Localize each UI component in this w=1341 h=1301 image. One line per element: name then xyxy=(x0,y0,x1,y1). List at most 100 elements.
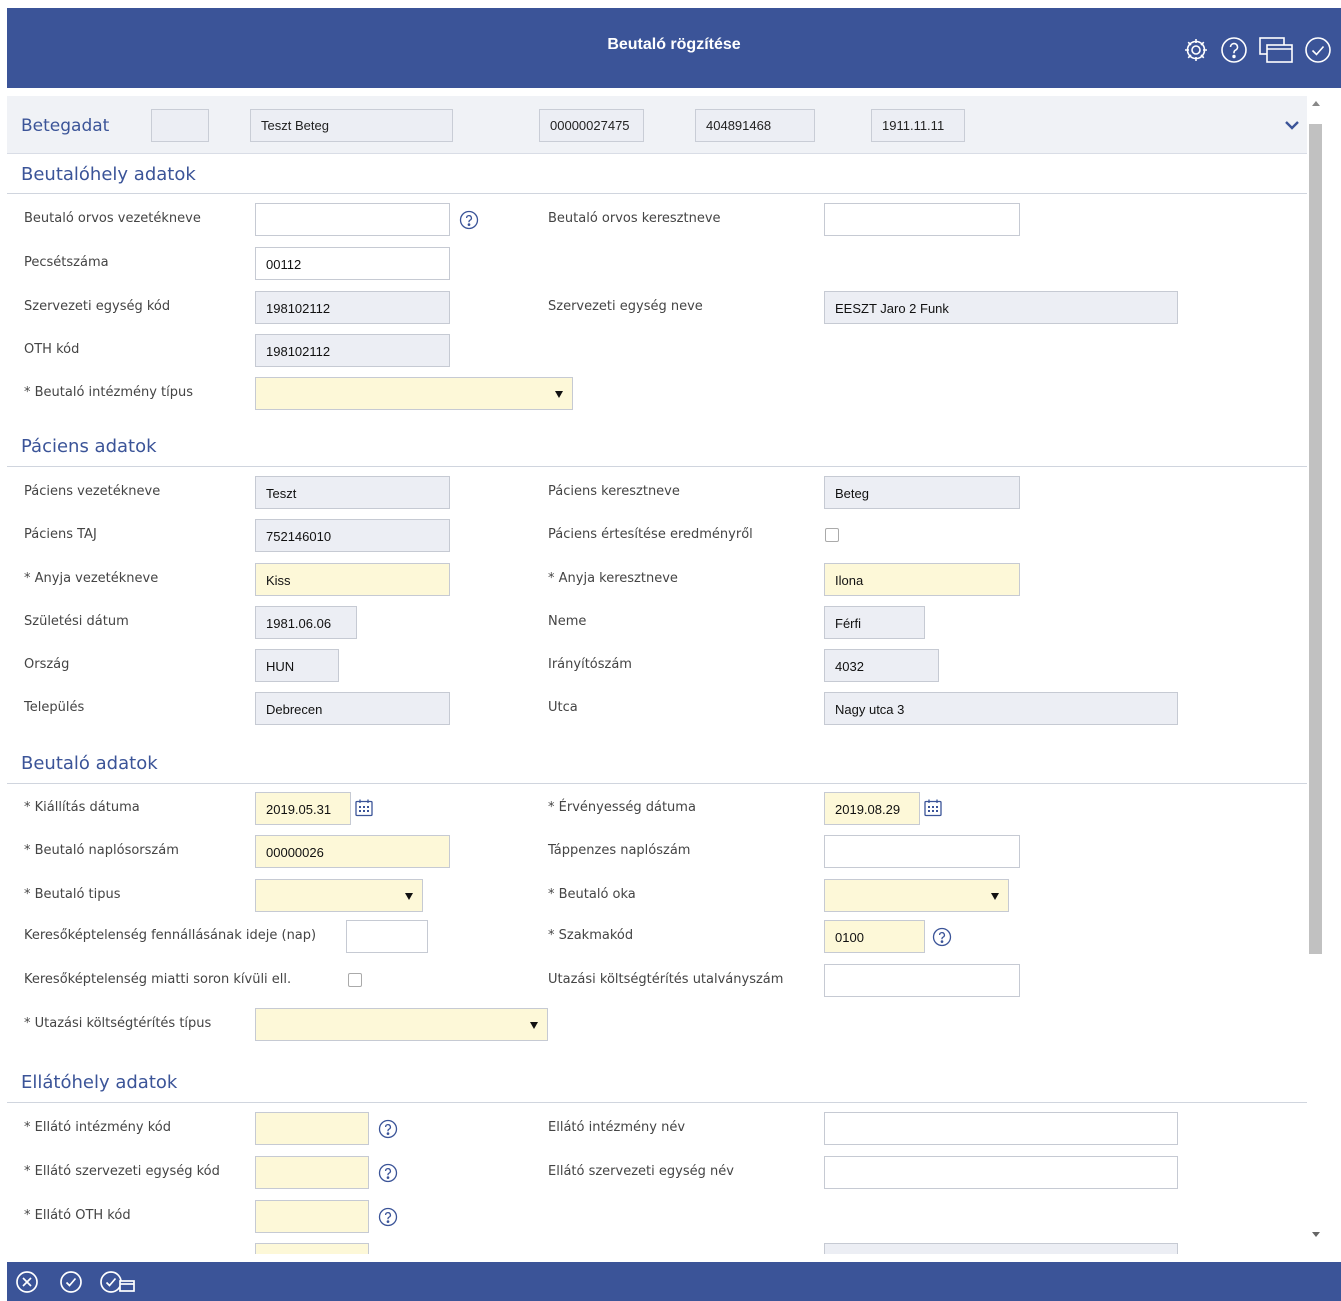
section-title-beutalo: Beutaló adatok xyxy=(21,753,158,774)
label-szakmakod: * Szakmakód xyxy=(548,928,634,943)
help-icon[interactable] xyxy=(377,1162,399,1184)
title-bar: Beutaló rögzítése xyxy=(7,8,1341,88)
label-orszag: Ország xyxy=(24,657,70,672)
paciens-taj-field: 752146010 xyxy=(255,519,450,552)
ellato-oth-input[interactable] xyxy=(255,1200,369,1233)
label-szerv-kod: Szervezeti egység kód xyxy=(24,299,171,314)
beutalo-oka-select[interactable] xyxy=(824,879,1009,912)
label-ellato-szerv-nev: Ellátó szervezeti egység név xyxy=(548,1164,734,1179)
label-iranyitoszam: Irányítószám xyxy=(548,657,632,672)
label-szuletesi: Születési dátum xyxy=(24,614,129,629)
save-icon[interactable] xyxy=(56,1267,86,1297)
label-oth: OTH kód xyxy=(24,342,80,357)
keresokeptelenseg-ideje-input[interactable] xyxy=(346,920,428,953)
ertesites-checkbox[interactable] xyxy=(825,528,839,542)
ellato-intezmeny-kod-input[interactable] xyxy=(255,1112,369,1145)
label-paciens-keresztnev: Páciens keresztneve xyxy=(548,484,680,499)
patient-id: 00000027475 xyxy=(539,109,644,142)
label-utazasi-tipus: * Utazási költségtérítés típus xyxy=(24,1016,212,1031)
szakmakod-input[interactable]: 0100 xyxy=(824,920,925,953)
orvos-keresztnev-input[interactable] xyxy=(824,203,1020,236)
label-anyja-keresztnev: * Anyja keresztneve xyxy=(548,571,678,586)
label-kiallitas: * Kiállítás dátuma xyxy=(24,800,140,815)
section-title-paciens: Páciens adatok xyxy=(21,436,157,457)
settings-icon[interactable] xyxy=(1181,35,1211,65)
orvos-vezeteknev-input[interactable] xyxy=(255,203,450,236)
label-keresokeptelenseg-ideje: Keresőképtelenség fennállásának ideje (n… xyxy=(24,928,317,943)
label-intezmeny-tipus: * Beutaló intézmény típus xyxy=(24,385,194,400)
label-paciens-vezeteknev: Páciens vezetékneve xyxy=(24,484,161,499)
vertical-scrollbar[interactable] xyxy=(1307,96,1327,1254)
calendar-icon[interactable] xyxy=(353,797,375,819)
scroll-up-arrow-icon[interactable] xyxy=(1311,98,1321,108)
paciens-keresztnev-field: Beteg xyxy=(824,476,1020,509)
help-icon[interactable] xyxy=(1219,35,1249,65)
neme-field: Férfi xyxy=(824,606,925,639)
utca-field: Nagy utca 3 xyxy=(824,692,1178,725)
help-icon[interactable] xyxy=(931,926,953,948)
cut-off-field xyxy=(824,1243,1178,1254)
calendar-icon[interactable] xyxy=(922,797,944,819)
label-orvos-vezeteknev: Beutaló orvos vezetékneve xyxy=(24,211,201,226)
patient-date: 1911.11.11 xyxy=(871,109,965,142)
label-tappenzes: Táppenzes naplószám xyxy=(548,843,691,858)
section-divider xyxy=(7,1102,1307,1103)
label-orvos-keresztnev: Beutaló orvos keresztneve xyxy=(548,211,721,226)
intezmeny-tipus-select[interactable] xyxy=(255,377,573,410)
paciens-vezeteknev-field: Teszt xyxy=(255,476,450,509)
patient-name: Teszt Beteg xyxy=(250,109,453,142)
ellato-szerv-nev-input[interactable] xyxy=(824,1156,1178,1189)
bottom-toolbar xyxy=(7,1262,1341,1301)
patient-bar-title: Betegadat xyxy=(21,116,110,136)
label-pecsetszam: Pecsétszáma xyxy=(24,255,109,270)
label-utca: Utca xyxy=(548,700,578,715)
help-icon[interactable] xyxy=(377,1206,399,1228)
label-naplosorszam: * Beutaló naplósorszám xyxy=(24,843,179,858)
save-and-close-icon[interactable] xyxy=(99,1267,139,1297)
label-ellato-intezmeny-nev: Ellátó intézmény név xyxy=(548,1120,686,1135)
title-bar-actions xyxy=(1181,35,1333,65)
patient-taj: 404891468 xyxy=(695,109,815,142)
ervenyesseg-date-input[interactable]: 2019.08.29 xyxy=(824,792,920,825)
help-icon[interactable] xyxy=(377,1118,399,1140)
check-circle-icon[interactable] xyxy=(1303,35,1333,65)
section-divider xyxy=(7,466,1307,467)
label-beutalo-tipus: * Beutaló tipus xyxy=(24,887,121,902)
chevron-down-icon[interactable] xyxy=(1284,116,1300,135)
label-ellato-szerv-kod: * Ellátó szervezeti egység kód xyxy=(24,1164,220,1179)
naplosorszam-input[interactable]: 00000026 xyxy=(255,835,450,868)
oth-field: 198102112 xyxy=(255,334,450,367)
orszag-field: HUN xyxy=(255,649,339,682)
telepules-field: Debrecen xyxy=(255,692,450,725)
scroll-down-arrow-icon[interactable] xyxy=(1311,1230,1321,1240)
ellato-szerv-kod-input[interactable] xyxy=(255,1156,369,1189)
label-ellato-oth: * Ellátó OTH kód xyxy=(24,1208,131,1223)
beutalo-tipus-select[interactable] xyxy=(255,879,423,912)
pecsetszam-input[interactable]: 00112 xyxy=(255,247,450,280)
anyja-vezeteknev-input[interactable]: Kiss xyxy=(255,563,450,596)
help-icon[interactable] xyxy=(458,209,480,231)
szerv-nev-field: EESZT Jaro 2 Funk xyxy=(824,291,1178,324)
section-title-beutalohely: Beutalóhely adatok xyxy=(21,164,196,185)
utazasi-tipus-select[interactable] xyxy=(255,1008,548,1041)
tappenzes-input[interactable] xyxy=(824,835,1020,868)
label-neme: Neme xyxy=(548,614,587,629)
iranyitoszam-field: 4032 xyxy=(824,649,939,682)
utazasi-utalvany-input[interactable] xyxy=(824,964,1020,997)
patient-box-empty xyxy=(151,109,209,142)
scrollbar-thumb[interactable] xyxy=(1309,124,1322,954)
section-title-ellatohely: Ellátóhely adatok xyxy=(21,1072,178,1093)
soron-kivuli-checkbox[interactable] xyxy=(348,973,362,987)
kiallitas-date-input[interactable]: 2019.05.31 xyxy=(255,792,351,825)
form-area: Betegadat Teszt Beteg 00000027475 404891… xyxy=(7,96,1307,1254)
cut-off-input[interactable] xyxy=(255,1243,369,1254)
szuletesi-field: 1981.06.06 xyxy=(255,606,357,639)
anyja-keresztnev-input[interactable]: Ilona xyxy=(824,563,1020,596)
label-szerv-nev: Szervezeti egység neve xyxy=(548,299,703,314)
windows-icon[interactable] xyxy=(1257,35,1295,65)
page-title: Beutaló rögzítése xyxy=(607,36,741,53)
ellato-intezmeny-nev-input[interactable] xyxy=(824,1112,1178,1145)
cancel-icon[interactable] xyxy=(12,1267,42,1297)
label-utazasi-utalvany: Utazási költségtérítés utalványszám xyxy=(548,972,784,987)
label-ellato-intezmeny-kod: * Ellátó intézmény kód xyxy=(24,1120,171,1135)
